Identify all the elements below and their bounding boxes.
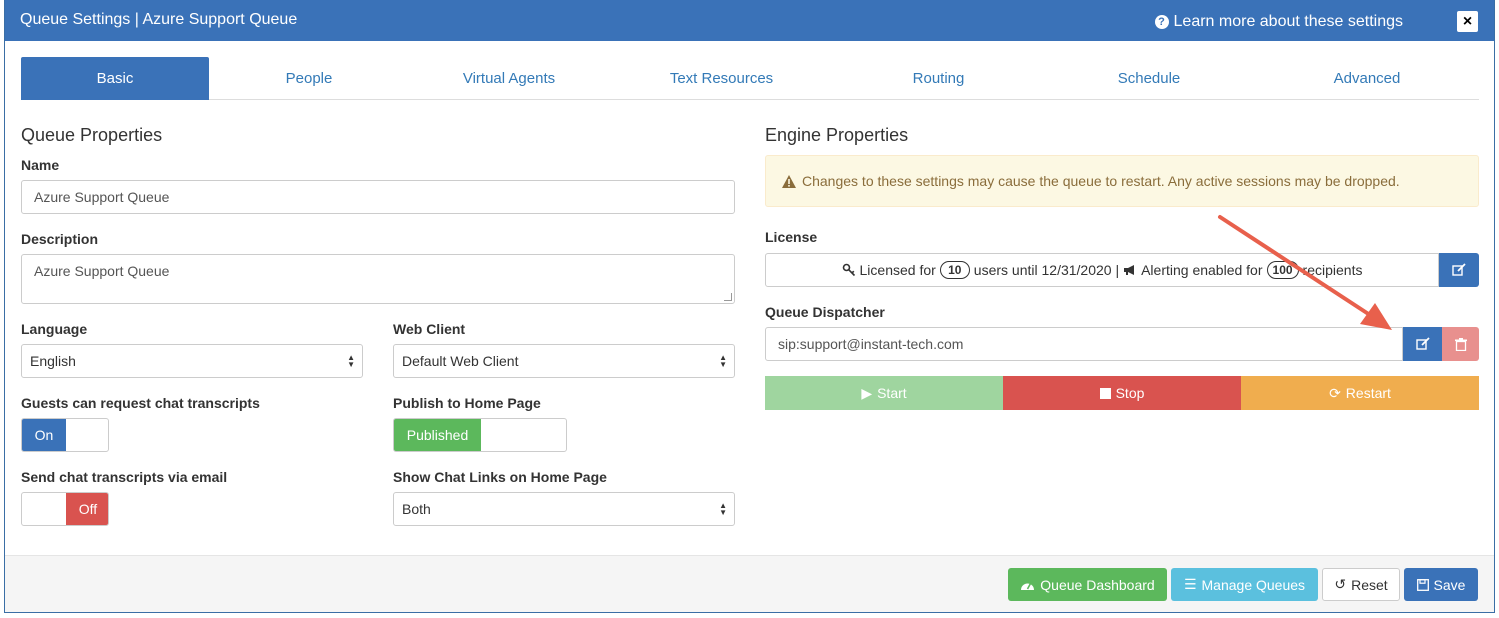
manage-label: Manage Queues [1201,576,1306,593]
description-label: Description [21,231,99,247]
license-recipients-badge: 100 [1266,261,1299,279]
edit-icon [1452,263,1466,276]
modal-footer: Queue Dashboard ☰ Manage Queues ↺ Reset … [5,555,1494,612]
web-client-select[interactable]: Default Web Client ▲ ▼ [393,344,735,378]
tab-bar: Basic People Virtual Agents Text Resourc… [21,57,1479,100]
restart-button[interactable]: ⟳ Restart [1241,376,1479,410]
reset-button[interactable]: ↺ Reset [1322,568,1400,601]
close-button[interactable]: × [1457,11,1478,32]
dashboard-label: Queue Dashboard [1040,576,1155,593]
toggle-on-label: On [22,419,66,451]
license-text-1: Licensed for [859,262,936,278]
language-label: Language [21,321,88,337]
edit-dispatcher-button[interactable] [1403,327,1442,361]
edit-icon [1415,337,1430,350]
edit-license-button[interactable] [1439,253,1479,287]
send-email-label: Send chat transcripts via email [21,469,228,485]
license-label: License [765,229,818,245]
save-button[interactable]: Save [1404,568,1478,601]
learn-more-label: Learn more about these settings [1173,13,1403,30]
chat-links-value: Both [402,501,431,517]
key-icon [842,263,855,277]
name-input[interactable]: Azure Support Queue [21,180,735,214]
queue-settings-modal: Queue Settings | Azure Support Queue ? L… [4,0,1495,613]
list-icon: ☰ [1183,576,1197,592]
engine-properties-heading: Engine Properties [765,125,909,145]
tab-people[interactable]: People [209,57,409,100]
description-value: Azure Support Queue [34,263,170,279]
delete-dispatcher-button[interactable] [1442,327,1479,361]
description-textarea[interactable]: Azure Support Queue [21,254,735,304]
license-text-2: users until 12/31/2020 | [973,262,1120,278]
reset-label: Reset [1351,576,1388,593]
start-label: Start [877,385,907,401]
queue-properties-heading: Queue Properties [21,125,163,145]
license-info: Licensed for 10 users until 12/31/2020 |… [765,253,1439,287]
language-select[interactable]: English ▲ ▼ [21,344,363,378]
publish-label: Publish to Home Page [393,395,541,411]
license-text-4: recipients [1302,262,1363,278]
name-label: Name [21,157,60,173]
floppy-disk-icon [1416,578,1429,591]
guests-transcripts-label: Guests can request chat transcripts [21,395,260,411]
refresh-icon: ⟳ [1329,384,1341,401]
start-button[interactable]: ▶ Start [765,376,1003,410]
dispatcher-input[interactable]: sip:support@instant-tech.com [765,327,1403,361]
tab-schedule[interactable]: Schedule [1043,57,1255,100]
license-users-badge: 10 [939,261,970,279]
license-text-3: Alerting enabled for [1141,262,1263,278]
toggle-off-label: Off [66,493,108,525]
select-caret-icon: ▲ ▼ [347,353,355,369]
tab-advanced[interactable]: Advanced [1255,57,1479,100]
tab-routing[interactable]: Routing [834,57,1043,100]
guests-transcripts-toggle[interactable]: On [21,418,109,452]
stop-label: Stop [1115,385,1145,401]
learn-more-link[interactable]: ? Learn more about these settings [1154,13,1403,31]
select-caret-icon: ▲ ▼ [719,353,727,369]
resize-grip-icon[interactable] [724,293,732,301]
bullhorn-icon [1124,265,1135,275]
warning-triangle-icon [782,174,796,188]
manage-queues-button[interactable]: ☰ Manage Queues [1171,568,1318,601]
dashboard-icon [1021,582,1035,590]
stop-icon [1099,387,1111,399]
web-client-value: Default Web Client [402,353,519,369]
modal-title: Queue Settings | Azure Support Queue [20,11,298,28]
restart-label: Restart [1345,385,1391,401]
trash-icon [1454,337,1467,351]
warning-text: Changes to these settings may cause the … [802,173,1400,189]
tab-basic[interactable]: Basic [21,57,209,100]
restart-warning-alert: Changes to these settings may cause the … [765,155,1479,207]
select-caret-icon: ▲ ▼ [719,501,727,517]
send-email-toggle[interactable]: Off [21,492,109,526]
chat-links-label: Show Chat Links on Home Page [393,469,607,485]
play-icon: ▶ [861,384,873,401]
stop-button[interactable]: Stop [1003,376,1241,410]
undo-icon: ↺ [1334,576,1347,592]
toggle-published-label: Published [394,419,481,451]
save-label: Save [1433,576,1466,593]
chat-links-select[interactable]: Both ▲ ▼ [393,492,735,526]
modal-header: Queue Settings | Azure Support Queue ? L… [5,0,1494,41]
web-client-label: Web Client [393,321,466,337]
question-circle-icon: ? [1154,15,1169,29]
language-value: English [30,353,76,369]
tab-virtual-agents[interactable]: Virtual Agents [409,57,609,100]
tab-text-resources[interactable]: Text Resources [609,57,834,100]
publish-toggle[interactable]: Published [393,418,567,452]
queue-dashboard-button[interactable]: Queue Dashboard [1008,568,1167,601]
dispatcher-label: Queue Dispatcher [765,304,885,320]
